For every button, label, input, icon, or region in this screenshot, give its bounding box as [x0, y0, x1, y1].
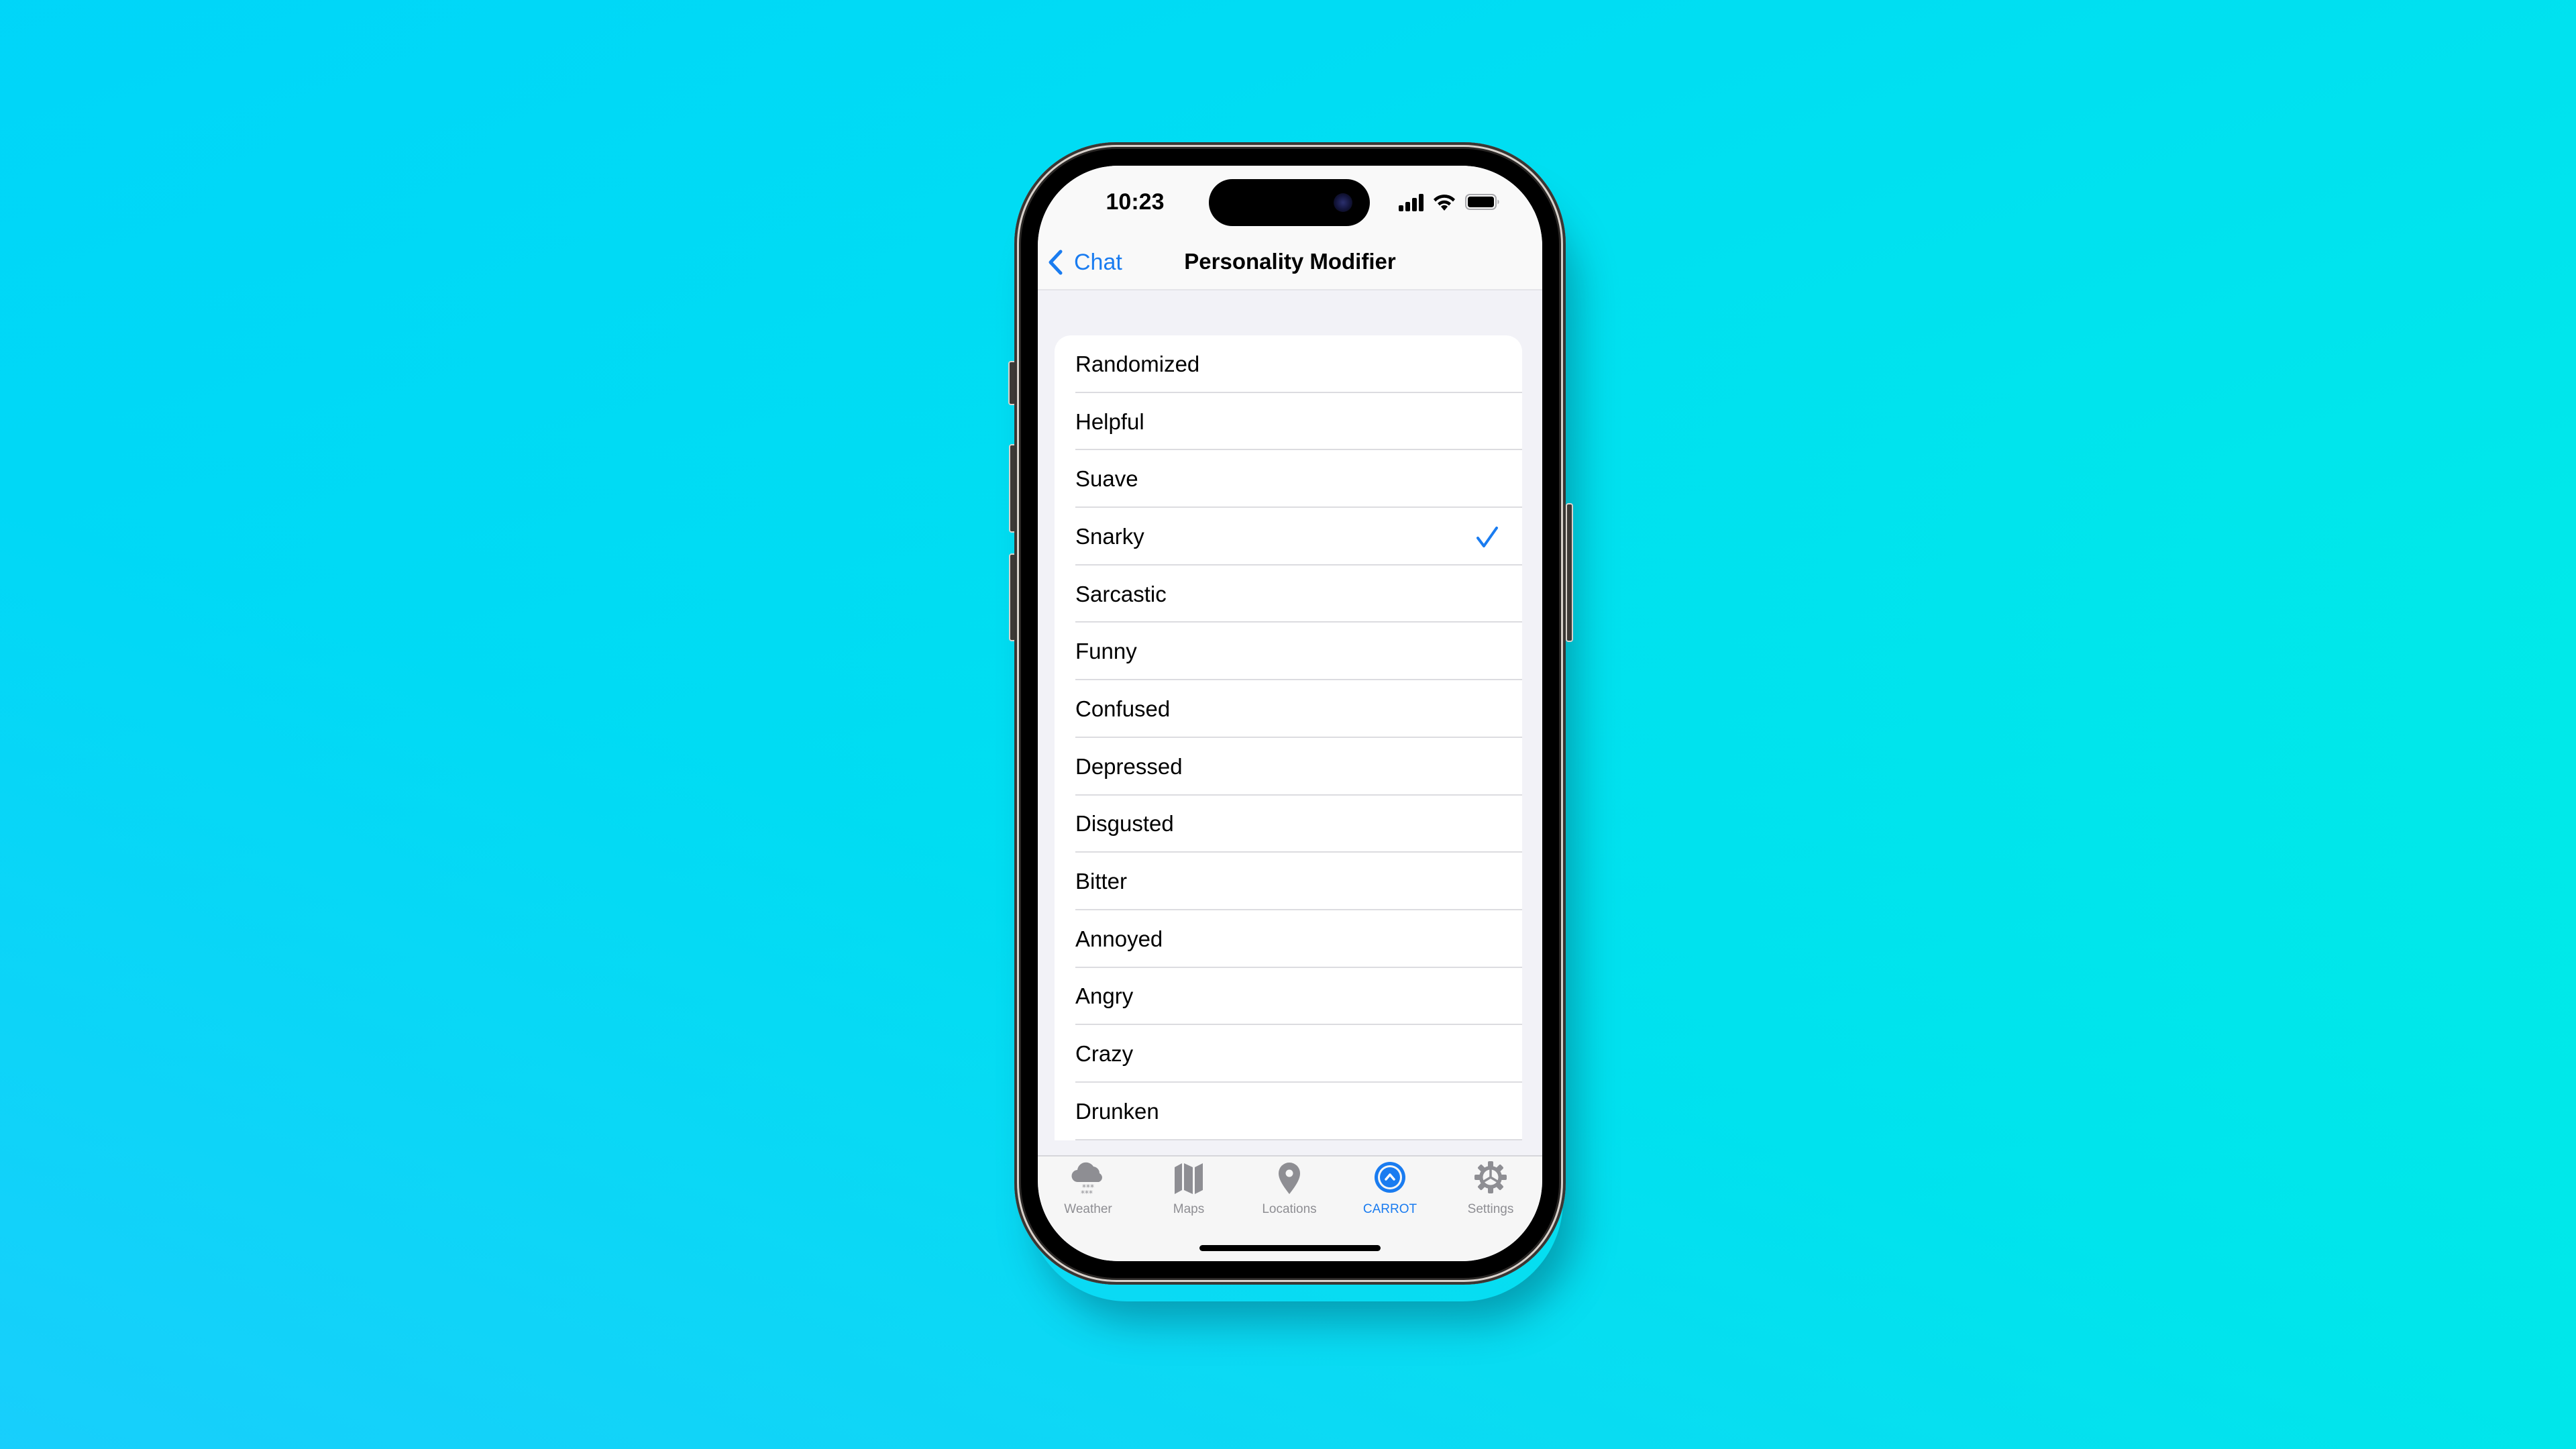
tab-weather[interactable]: *** *** Weather [1038, 1157, 1138, 1230]
list-item-annoyed[interactable]: Annoyed [1055, 910, 1522, 968]
gear-icon [1474, 1161, 1507, 1193]
list-item-drunken[interactable]: Drunken [1055, 1083, 1522, 1140]
wifi-icon [1434, 195, 1455, 211]
tab-label: Locations [1262, 1202, 1317, 1216]
list-item-label: Depressed [1075, 753, 1183, 779]
list-item-sarcastic[interactable]: Sarcastic [1055, 566, 1522, 623]
home-indicator[interactable] [1199, 1245, 1381, 1251]
map-icon [1175, 1163, 1203, 1194]
list-item-snarky[interactable]: Snarky [1055, 508, 1522, 566]
phone-screen: 10:23 Chat Personality Modifier Randomiz… [1038, 166, 1542, 1261]
list-item-label: Randomized [1075, 351, 1200, 376]
list-item-bitter[interactable]: Bitter [1055, 853, 1522, 910]
tab-label: Maps [1173, 1202, 1205, 1216]
navigation-bar: 10:23 Chat Personality Modifier [1038, 166, 1542, 290]
list-item-disgusted[interactable]: Disgusted [1055, 796, 1522, 853]
tab-maps[interactable]: Maps [1138, 1157, 1239, 1230]
list-item-label: Angry [1075, 983, 1134, 1009]
camera-icon [1334, 193, 1352, 212]
cloud-snow-icon: *** *** [1071, 1162, 1102, 1197]
page-title: Personality Modifier [1184, 249, 1396, 274]
battery-icon [1465, 194, 1499, 210]
list-item-label: Snarky [1075, 523, 1144, 549]
location-pin-icon [1279, 1163, 1300, 1194]
list-item-label: Bitter [1075, 869, 1128, 894]
status-time: 10:23 [1106, 189, 1165, 215]
tab-carrot[interactable]: CARROT [1340, 1157, 1440, 1230]
list-item-depressed[interactable]: Depressed [1055, 738, 1522, 796]
list-item-label: Helpful [1075, 409, 1144, 434]
personality-list: Randomized Helpful Suave Snarky Sarcasti… [1055, 335, 1522, 1140]
tab-label: Weather [1064, 1202, 1112, 1216]
list-item-angry[interactable]: Angry [1055, 968, 1522, 1026]
list-item-helpful[interactable]: Helpful [1055, 393, 1522, 451]
list-item-label: Drunken [1075, 1098, 1159, 1124]
svg-text:***: *** [1081, 1189, 1093, 1197]
list-item-crazy[interactable]: Crazy [1055, 1025, 1522, 1083]
tab-label: CARROT [1362, 1202, 1417, 1216]
checkmark-icon [1477, 527, 1498, 548]
list-item-label: Suave [1075, 466, 1138, 492]
list-item-label: Confused [1075, 696, 1171, 721]
list-item-funny[interactable]: Funny [1055, 623, 1522, 680]
list-item-label: Crazy [1075, 1041, 1134, 1067]
list-item-randomized[interactable]: Randomized [1055, 335, 1522, 393]
cellular-signal-icon [1399, 194, 1424, 211]
tab-locations[interactable]: Locations [1239, 1157, 1340, 1230]
tab-settings[interactable]: Settings [1440, 1157, 1541, 1230]
list-item-confused[interactable]: Confused [1055, 680, 1522, 738]
list-item-label: Sarcastic [1075, 581, 1167, 606]
list-item-label: Annoyed [1075, 926, 1163, 951]
list-item-suave[interactable]: Suave [1055, 450, 1522, 508]
list-item-label: Funny [1075, 639, 1137, 664]
list-item-label: Disgusted [1075, 811, 1174, 837]
power-button [1566, 503, 1573, 642]
dynamic-island [1209, 179, 1370, 226]
tab-label: Settings [1467, 1202, 1514, 1216]
carrot-chat-icon [1375, 1162, 1405, 1193]
